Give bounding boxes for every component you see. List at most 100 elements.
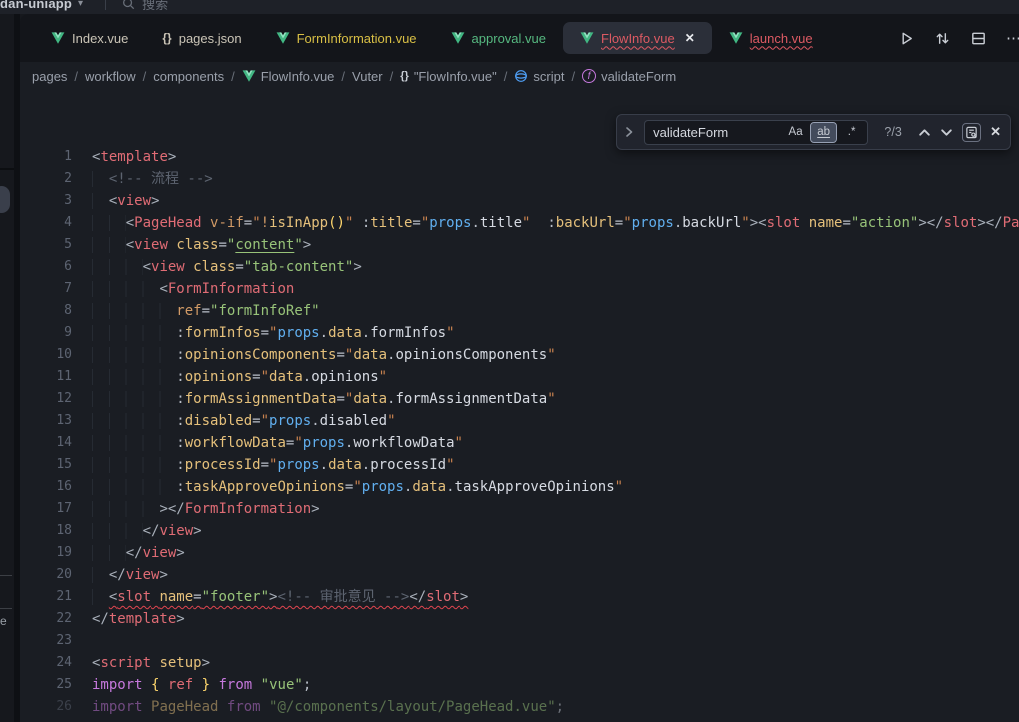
tab-label: launch.vue [750,31,813,46]
tab-label: Index.vue [72,31,128,46]
code-line[interactable]: 15 :processId="props.data.processId" [20,454,1019,476]
title-bar: dan-uniapp ▾ 搜索 [0,0,1019,14]
breadcrumb-separator: / [504,69,508,84]
sidebar-divider [0,168,14,170]
find-input[interactable] [645,125,783,140]
project-name[interactable]: dan-uniapp [0,0,72,11]
tab-close-icon[interactable]: ✕ [685,31,695,45]
code-line-content: :processId="props.data.processId" [92,454,455,476]
code-line-content: :taskApproveOpinions="props.data.taskApp… [92,476,623,498]
line-number: 7 [20,278,72,300]
search-box[interactable]: 搜索 [122,0,168,13]
line-number: 20 [20,564,72,586]
sidebar-handle[interactable] [0,186,10,213]
code-line[interactable]: 4 <PageHead v-if="!isInApp()" :title="pr… [20,212,1019,234]
code-line[interactable]: 13 :disabled="props.disabled" [20,410,1019,432]
vue-icon [242,70,256,83]
breadcrumb-item-validateform[interactable]: fvalidateForm [582,69,676,84]
find-widget: Aaab.* ?/3 ✕ [616,114,1011,150]
chevron-down-icon[interactable]: ▾ [78,0,83,9]
tab-forminformation-vue[interactable]: FormInformation.vue [259,22,434,54]
find-in-selection-icon[interactable] [962,123,981,142]
code-line[interactable]: 5 <view class="content"> [20,234,1019,256]
code-line-content: <PageHead v-if="!isInApp()" :title="prop… [92,212,1019,234]
breadcrumb-item-pages[interactable]: pages [32,69,67,84]
line-number: 18 [20,520,72,542]
vue-icon [276,32,290,45]
code-line-content: </template> [92,608,185,630]
code-line[interactable]: 20 </view> [20,564,1019,586]
line-number: 16 [20,476,72,498]
breadcrumb-label: pages [32,69,67,84]
code-line[interactable]: 14 :workflowData="props.workflowData" [20,432,1019,454]
code-line[interactable]: 16 :taskApproveOpinions="props.data.task… [20,476,1019,498]
search-placeholder: 搜索 [142,0,168,13]
tab-approval-vue[interactable]: approval.vue [434,22,563,54]
breadcrumb-item-flowinfo-vue[interactable]: FlowInfo.vue [242,69,335,84]
code-line-content: <view class="tab-content"> [92,256,362,278]
tab-label: FlowInfo.vue [601,31,675,46]
code-line-content: ref="formInfoRef" [92,300,320,322]
code-line[interactable]: 10 :opinionsComponents="data.opinionsCom… [20,344,1019,366]
line-number: 22 [20,608,72,630]
braces-icon: {} [400,70,409,82]
code-line[interactable]: 17 ></FormInformation> [20,498,1019,520]
tab-index-vue[interactable]: Index.vue [34,22,145,54]
breadcrumb-label: validateForm [601,69,676,84]
breadcrumb-item-workflow[interactable]: workflow [85,69,136,84]
vue-icon [51,32,65,45]
code-line[interactable]: 18 </view> [20,520,1019,542]
whole-word-toggle[interactable]: ab [811,123,836,142]
code-line-content: <FormInformation [92,278,294,300]
tab-flowinfo-vue[interactable]: FlowInfo.vue ✕ [563,22,712,54]
breadcrumb-label: workflow [85,69,136,84]
match-count: ?/3 [877,125,909,139]
code-line[interactable]: 21 <slot name="footer"><!-- 审批意见 --></sl… [20,586,1019,608]
breadcrumb-item-flowinfo-vue[interactable]: {}"FlowInfo.vue" [400,69,497,84]
editor-panel: Index.vue{}pages.jsonFormInformation.vue… [20,14,1019,722]
line-number: 19 [20,542,72,564]
split-editor-icon[interactable] [970,30,987,47]
line-number: 5 [20,234,72,256]
code-line[interactable]: 8 ref="formInfoRef" [20,300,1019,322]
tab-pages-json[interactable]: {}pages.json [145,22,258,54]
tab-label: FormInformation.vue [297,31,417,46]
chevron-right-icon[interactable] [623,126,635,138]
match-case-toggle[interactable]: Aa [783,123,808,142]
tab-launch-vue[interactable]: launch.vue [712,22,830,54]
code-line[interactable]: 3 <view> [20,190,1019,212]
line-number: 13 [20,410,72,432]
code-line-content: import { ref } from "vue"; [92,674,311,696]
breadcrumb-item-script[interactable]: script [514,69,564,84]
code-line[interactable]: 2 <!-- 流程 --> [20,168,1019,190]
breadcrumb-item-components[interactable]: components [153,69,224,84]
tree-text-fragment: e [0,614,7,628]
close-icon[interactable]: ✕ [990,124,1001,140]
code-line[interactable]: 6 <view class="tab-content"> [20,256,1019,278]
tab-label: pages.json [179,31,242,46]
code-line[interactable]: 11 :opinions="data.opinions" [20,366,1019,388]
code-line[interactable]: 25import { ref } from "vue"; [20,674,1019,696]
code-line-content: :opinionsComponents="data.opinionsCompon… [92,344,556,366]
code-line[interactable]: 23 [20,630,1019,652]
code-line[interactable]: 26import PageHead from "@/components/lay… [20,696,1019,718]
compare-changes-icon[interactable] [934,30,951,47]
code-line-content: ></FormInformation> [92,498,320,520]
line-number: 9 [20,322,72,344]
code-line[interactable]: 12 :formAssignmentData="data.formAssignm… [20,388,1019,410]
code-line[interactable]: 7 <FormInformation [20,278,1019,300]
play-icon[interactable] [898,30,915,47]
search-icon [122,0,135,10]
breadcrumb-item-vuter[interactable]: Vuter [352,69,383,84]
code-editor[interactable]: 1<template>2 <!-- 流程 -->3 <view>4 <PageH… [20,90,1019,718]
previous-match-icon[interactable] [918,126,931,139]
line-number: 6 [20,256,72,278]
next-match-icon[interactable] [940,126,953,139]
code-line[interactable]: 19 </view> [20,542,1019,564]
code-line-content: :formInfos="props.data.formInfos" [92,322,455,344]
code-line[interactable]: 9 :formInfos="props.data.formInfos" [20,322,1019,344]
more-actions-icon[interactable]: ⋯ [1006,29,1019,47]
code-line[interactable]: 24<script setup> [20,652,1019,674]
use-regex-toggle[interactable]: .* [839,123,864,142]
code-line[interactable]: 22 </template> [20,608,1019,630]
